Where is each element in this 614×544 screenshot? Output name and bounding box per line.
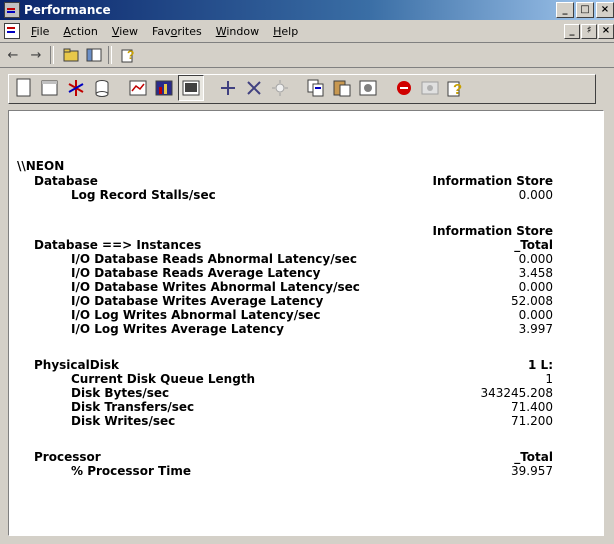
counter-name: I/O Log Writes Average Latency [71, 322, 284, 336]
svg-text:?: ? [127, 48, 134, 62]
counter-value: 3.458 [518, 266, 553, 280]
delete-counter-icon[interactable] [242, 76, 266, 100]
machine-name: \\NEON [17, 159, 65, 173]
object-name: Database [34, 174, 98, 188]
counter-name: I/O Database Writes Average Latency [71, 294, 324, 308]
counter-name: I/O Database Reads Average Latency [71, 266, 321, 280]
view-graph-icon[interactable] [126, 76, 150, 100]
counter-name: Disk Transfers/sec [71, 400, 195, 414]
counter-name: Disk Bytes/sec [71, 386, 170, 400]
menu-bar: File Action View Favorites Window Help _… [0, 20, 614, 43]
counter-value: 1 [545, 372, 553, 386]
counter-value: 39.957 [511, 464, 553, 478]
menu-action[interactable]: Action [63, 25, 97, 38]
child-restore-button[interactable]: ♯ [581, 23, 597, 39]
show-hide-tree-icon[interactable] [84, 46, 104, 64]
counter-value: 0.000 [518, 280, 553, 294]
console-document-icon[interactable] [4, 23, 20, 39]
object-name: Processor [34, 450, 101, 464]
instance-header: 1 L: [528, 358, 553, 372]
copy-properties-icon[interactable] [304, 76, 328, 100]
title-bar[interactable]: Performance _ □ × [0, 0, 614, 20]
menu-favorites[interactable]: Favorites [152, 25, 202, 38]
performance-app-icon[interactable] [4, 2, 20, 18]
counter-value: 343245.208 [480, 386, 553, 400]
instance-header: _Total [514, 238, 553, 252]
update-data-icon[interactable] [418, 76, 442, 100]
view-histogram-icon[interactable] [152, 76, 176, 100]
child-close-button[interactable]: × [598, 23, 614, 39]
forward-arrow-icon[interactable]: → [26, 46, 46, 64]
console-toolbar: ← → ? [0, 43, 614, 68]
close-button[interactable]: × [596, 2, 614, 18]
system-monitor-toolbar: ? [0, 70, 614, 106]
counter-value: 0.000 [518, 308, 553, 322]
counter-name: % Processor Time [71, 464, 191, 478]
add-counter-icon[interactable] [216, 76, 240, 100]
counter-value: 71.200 [511, 414, 553, 428]
counter-name: Log Record Stalls/sec [71, 188, 216, 202]
view-log-data-icon[interactable] [90, 76, 114, 100]
menu-help[interactable]: Help [273, 25, 298, 38]
minimize-button[interactable]: _ [556, 2, 574, 18]
svg-text:?: ? [453, 81, 462, 98]
counter-value: 0.000 [518, 188, 553, 202]
highlight-icon[interactable] [268, 76, 292, 100]
instance-header: Information Store [432, 174, 554, 188]
counter-name: Current Disk Queue Length [71, 372, 256, 386]
object-name: Database ==> Instances [34, 238, 202, 252]
counter-name: I/O Log Writes Abnormal Latency/sec [71, 308, 321, 322]
counter-value: 52.008 [511, 294, 553, 308]
toolbar-help-icon[interactable]: ? [444, 76, 468, 100]
view-report-icon[interactable] [178, 75, 204, 101]
toolbar-separator [108, 46, 112, 64]
properties-icon[interactable] [356, 76, 380, 100]
back-arrow-icon[interactable]: ← [3, 46, 23, 64]
counter-name: Disk Writes/sec [71, 414, 176, 428]
menu-view[interactable]: View [112, 25, 138, 38]
help-icon[interactable]: ? [119, 46, 139, 64]
up-folder-icon[interactable] [61, 46, 81, 64]
clear-display-icon[interactable] [38, 76, 62, 100]
window-title: Performance [24, 3, 111, 17]
object-name: PhysicalDisk [34, 358, 119, 372]
counter-value: 3.997 [518, 322, 553, 336]
instance-header: Information Store [432, 224, 554, 238]
child-minimize-button[interactable]: _ [564, 23, 580, 39]
instance-header: _Total [514, 450, 553, 464]
toolbar-separator [50, 46, 54, 64]
report-view[interactable]: \\NEON Database Information Store Log Re… [8, 110, 604, 536]
freeze-display-icon[interactable] [392, 76, 416, 100]
menu-file[interactable]: File [31, 25, 49, 38]
view-current-activity-icon[interactable] [64, 76, 88, 100]
paste-counter-list-icon[interactable] [330, 76, 354, 100]
maximize-button[interactable]: □ [576, 2, 594, 18]
new-counter-set-icon[interactable] [12, 76, 36, 100]
counter-value: 71.400 [511, 400, 553, 414]
counter-value: 0.000 [518, 252, 553, 266]
menu-window[interactable]: Window [216, 25, 259, 38]
